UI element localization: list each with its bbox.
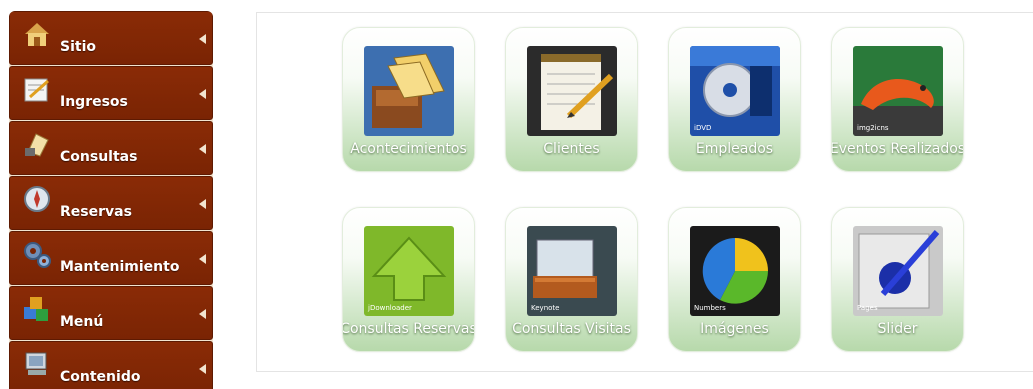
sidebar-item-reservas[interactable]: Reservas xyxy=(9,176,213,230)
tile-tag: Numbers xyxy=(694,304,726,312)
sidebar-item-label: Sitio xyxy=(60,39,96,55)
tile-tag: Pages xyxy=(857,304,878,312)
tile-consultas-visitas[interactable]: Keynote Consultas Visitas xyxy=(505,207,638,352)
sidebar-item-label: Mantenimiento xyxy=(60,259,180,275)
chevron-left-icon xyxy=(199,309,206,319)
tile-label: Empleados xyxy=(695,141,774,157)
file-cabinet-icon xyxy=(364,46,454,136)
tile-label: Consultas Reservas xyxy=(342,321,475,337)
tile-clientes[interactable]: Clientes xyxy=(505,27,638,172)
tile-tag: Keynote xyxy=(531,304,560,312)
salamander-icon: img2icns xyxy=(853,46,943,136)
tile-acontecimientos[interactable]: Acontecimientos xyxy=(342,27,475,172)
download-arrow-icon: jDownloader xyxy=(364,226,454,316)
tile-tag: img2icns xyxy=(857,124,889,132)
tile-label: Clientes xyxy=(543,141,600,157)
tile-slider[interactable]: Pages Slider xyxy=(831,207,964,352)
tile-empleados[interactable]: iDVD Empleados xyxy=(668,27,801,172)
dvd-icon: iDVD xyxy=(690,46,780,136)
tile-tag: iDVD xyxy=(694,124,712,132)
sidebar: Sitio Ingresos Consultas Reservas Manten… xyxy=(9,11,213,389)
chevron-left-icon xyxy=(199,89,206,99)
sidebar-item-consultas[interactable]: Consultas xyxy=(9,121,213,175)
notepad-icon xyxy=(24,78,49,102)
sidebar-item-label: Ingresos xyxy=(60,94,128,110)
house-icon xyxy=(25,23,49,46)
chevron-left-icon xyxy=(199,364,206,374)
sidebar-item-menu[interactable]: Menú xyxy=(9,286,213,340)
sidebar-item-label: Reservas xyxy=(60,204,132,220)
sidebar-item-sitio[interactable]: Sitio xyxy=(9,11,213,65)
tile-tag: jDownloader xyxy=(368,304,412,312)
pie-chart-icon: Numbers xyxy=(690,226,780,316)
scroll-icon xyxy=(25,133,49,157)
sidebar-item-label: Contenido xyxy=(60,369,141,385)
tile-label: Acontecimientos xyxy=(350,141,467,157)
sidebar-item-label: Menú xyxy=(60,314,104,330)
compass-icon xyxy=(24,186,50,212)
tile-label: Consultas Visitas xyxy=(512,321,631,337)
blocks-icon xyxy=(24,297,48,321)
chevron-left-icon xyxy=(199,144,206,154)
tile-label: Slider xyxy=(877,321,918,337)
tile-label: Imágenes xyxy=(700,321,769,337)
chevron-left-icon xyxy=(199,199,206,209)
notepad-pencil-icon xyxy=(527,46,617,136)
tile-label: Eventos Realizados xyxy=(831,141,964,157)
keynote-icon: Keynote xyxy=(527,226,617,316)
chevron-left-icon xyxy=(199,254,206,264)
tile-imagenes[interactable]: Numbers Imágenes xyxy=(668,207,801,352)
computer-icon xyxy=(25,352,47,375)
sidebar-item-ingresos[interactable]: Ingresos xyxy=(9,66,213,120)
sidebar-item-contenido[interactable]: Contenido xyxy=(9,341,213,389)
pen-icon: Pages xyxy=(853,226,943,316)
gears-icon xyxy=(24,242,51,268)
chevron-left-icon xyxy=(199,34,206,44)
tile-eventos-realizados[interactable]: img2icns Eventos Realizados xyxy=(831,27,964,172)
sidebar-item-label: Consultas xyxy=(60,149,138,165)
tile-consultas-reservas[interactable]: jDownloader Consultas Reservas xyxy=(342,207,475,352)
sidebar-item-mantenimiento[interactable]: Mantenimiento xyxy=(9,231,213,285)
